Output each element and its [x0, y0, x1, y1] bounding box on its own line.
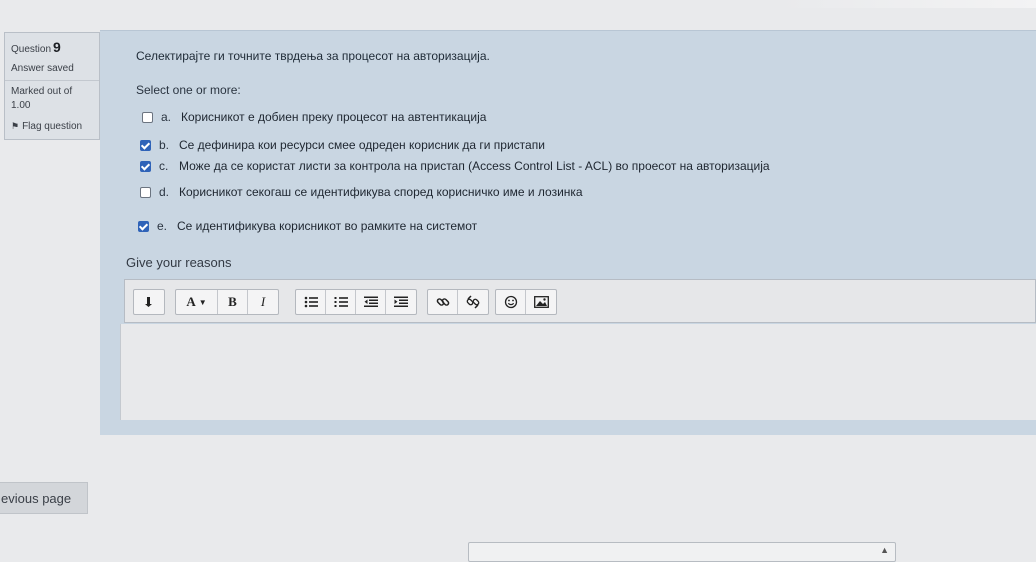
question-state: Answer saved	[11, 63, 74, 74]
answer-option-b[interactable]: b. Се дефинира кои ресурси смее одреден …	[140, 138, 545, 152]
bullet-list-button[interactable]	[296, 290, 326, 314]
insert-link-button[interactable]	[428, 290, 458, 314]
toolbar-group-links	[427, 289, 489, 315]
question-marks: Marked out of 1.00	[11, 86, 73, 111]
toolbar-group-lists	[295, 289, 417, 315]
previous-page-label: evious page	[1, 490, 72, 506]
question-number: 9	[53, 39, 61, 55]
font-color-button[interactable]: A ▼	[176, 290, 218, 314]
toolbar-group-collapse	[133, 289, 165, 315]
editor-toolbar: A ▼ B I	[124, 279, 1036, 323]
flag-question-label: Flag question	[22, 121, 83, 132]
option-text: Корисникот е добиен преку процесот на ав…	[181, 110, 487, 124]
link-icon	[436, 298, 449, 306]
checkbox-d[interactable]	[140, 186, 151, 198]
insert-emoticon-button[interactable]	[496, 290, 526, 314]
toolbar-group-format: A ▼ B I	[175, 289, 279, 315]
numbered-list-button[interactable]	[326, 290, 356, 314]
option-text: Корисникот секогаш се идентификува споре…	[179, 185, 583, 199]
option-text: Може да се користат листи за контрола на…	[179, 159, 770, 173]
image-icon	[533, 296, 549, 308]
reasons-label: Give your reasons	[126, 255, 232, 270]
option-text: Се идентификува корисникот во рамките на…	[177, 219, 478, 233]
unlink-icon	[466, 295, 480, 309]
jump-to-select[interactable]: ▲	[468, 542, 896, 562]
question-info-box: Question 9 Answer saved Marked out of 1.0…	[4, 32, 100, 140]
checkbox-b[interactable]	[140, 139, 151, 151]
answer-prompt: Select one or more:	[136, 83, 241, 97]
smiley-icon	[504, 295, 517, 309]
option-text: Се дефинира кои ресурси смее одреден кор…	[179, 138, 545, 152]
option-letter: e.	[157, 219, 168, 233]
previous-page-button[interactable]: evious page	[0, 482, 88, 514]
option-letter: b.	[159, 138, 170, 152]
outdent-button[interactable]	[356, 290, 386, 314]
italic-label: I	[260, 294, 266, 309]
arrow-down-icon	[145, 297, 152, 307]
flag-icon: ⚑	[11, 121, 20, 131]
reasons-editor[interactable]	[120, 324, 1036, 420]
answer-option-e[interactable]: e. Се идентификува корисникот во рамките…	[138, 219, 477, 233]
font-color-label: A	[186, 294, 196, 309]
bold-label: B	[228, 294, 237, 309]
option-letter: a.	[161, 110, 172, 124]
answer-option-c[interactable]: c. Може да се користат листи за контрола…	[140, 159, 770, 173]
flag-question-link[interactable]: ⚑ Flag question	[11, 121, 93, 132]
answer-option-d[interactable]: d. Корисникот секогаш се идентификува сп…	[140, 185, 583, 199]
info-divider	[5, 80, 99, 81]
numbered-list-icon	[334, 297, 348, 307]
indent-icon	[394, 296, 408, 307]
italic-button[interactable]: I	[248, 290, 278, 314]
insert-image-button[interactable]	[526, 290, 556, 314]
option-letter: c.	[159, 159, 169, 173]
toolbar-group-media	[495, 289, 557, 315]
toolbar-toggle-button[interactable]	[134, 290, 164, 314]
indent-button[interactable]	[386, 290, 416, 314]
question-text: Селектирајте ги точните тврдења за проце…	[136, 49, 490, 63]
question-panel: Селектирајте ги точните тврдења за проце…	[100, 30, 1036, 435]
bullet-list-icon	[304, 296, 318, 308]
outdent-icon	[363, 296, 378, 307]
top-edge-shade	[780, 0, 1036, 8]
checkbox-e[interactable]	[138, 220, 149, 232]
unlink-button[interactable]	[458, 290, 488, 314]
question-number-label: Question 9	[11, 39, 61, 55]
answer-option-a[interactable]: a. Корисникот е добиен преку процесот на…	[142, 110, 486, 124]
checkbox-c[interactable]	[140, 160, 151, 172]
option-letter: d.	[159, 185, 170, 199]
caret-down-icon: ▼	[198, 297, 207, 307]
bold-button[interactable]: B	[218, 290, 248, 314]
checkbox-a[interactable]	[142, 111, 153, 123]
